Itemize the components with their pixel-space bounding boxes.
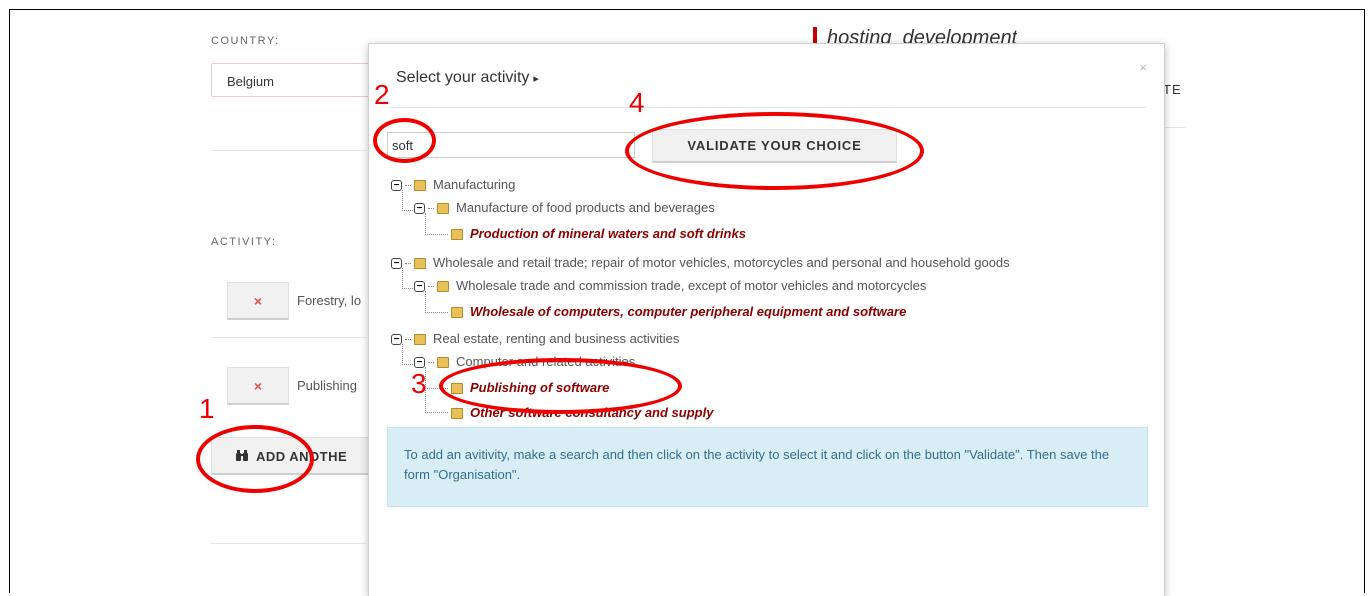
folder-icon <box>414 180 426 192</box>
tree-leaf-label: Production of mineral waters and soft dr… <box>470 226 746 241</box>
tree-connector <box>425 291 448 313</box>
collapse-icon[interactable]: − <box>391 334 402 346</box>
annotation-number: 3 <box>411 368 427 399</box>
annotation-ellipse <box>439 358 682 414</box>
folder-icon <box>437 203 449 215</box>
collapse-icon[interactable]: − <box>414 203 425 215</box>
tree-node[interactable]: − Manufacture of food products and bevera… <box>414 200 715 215</box>
tree-node-label: Wholesale trade and commission trade, ex… <box>456 278 927 293</box>
remove-activity-button[interactable]: × <box>227 367 289 405</box>
collapse-icon[interactable]: − <box>391 258 402 270</box>
folder-icon <box>437 357 449 369</box>
modal-title-text: Select your activity <box>396 69 530 86</box>
divider <box>211 150 367 151</box>
tree-leaf-label: Wholesale of computers, computer periphe… <box>470 304 907 319</box>
annotation-ellipse <box>625 112 924 190</box>
close-icon[interactable]: × <box>1139 60 1147 75</box>
tree-leaf-activity[interactable]: Production of mineral waters and soft dr… <box>451 226 746 241</box>
annotation-number: 1 <box>199 393 215 424</box>
tree-node[interactable]: − Wholesale and retail trade; repair of m… <box>391 255 1010 270</box>
collapse-icon[interactable]: − <box>391 180 402 192</box>
tree-node-label: Wholesale and retail trade; repair of mo… <box>433 255 1010 270</box>
background-button-stub[interactable]: TE <box>1163 82 1182 97</box>
collapse-icon[interactable]: − <box>414 281 425 293</box>
tree-connector <box>425 213 448 235</box>
folder-icon <box>451 229 463 241</box>
annotation-number: 2 <box>374 79 390 110</box>
tree-leaf-activity[interactable]: Wholesale of computers, computer periphe… <box>451 304 906 319</box>
country-field[interactable]: Belgium <box>211 63 391 97</box>
annotation-ellipse <box>373 118 436 163</box>
modal-divider <box>389 107 1146 108</box>
activity-label: ACTIVITY: <box>211 236 277 248</box>
tree-node[interactable]: − Wholesale trade and commission trade, e… <box>414 278 926 293</box>
tree-connector <box>402 344 413 365</box>
activity-item-label: Publishing <box>297 378 357 393</box>
tree-node-label: Real estate, renting and business activi… <box>433 331 680 346</box>
folder-icon <box>451 408 463 420</box>
country-label: COUNTRY: <box>211 35 280 47</box>
tree-connector <box>402 190 413 211</box>
tree-node-label: Manufacturing <box>433 177 516 192</box>
annotation-ellipse <box>196 425 314 493</box>
caret-right-icon: ▸ <box>533 73 539 85</box>
folder-icon <box>414 334 426 346</box>
divider <box>211 337 367 338</box>
folder-icon <box>437 281 449 293</box>
annotation-number: 4 <box>629 87 645 118</box>
tree-node[interactable]: − Real estate, renting and business activ… <box>391 331 679 346</box>
divider <box>211 543 367 544</box>
folder-icon <box>414 258 426 270</box>
divider <box>1165 127 1185 128</box>
remove-activity-button[interactable]: × <box>227 282 289 320</box>
collapse-icon[interactable]: − <box>414 357 425 369</box>
tree-node[interactable]: − Manufacturing <box>391 177 515 192</box>
activity-item-label: Forestry, lo <box>297 293 362 308</box>
folder-icon <box>451 307 463 319</box>
tree-node-label: Manufacture of food products and beverag… <box>456 200 715 215</box>
info-alert: To add an avitivity, make a search and t… <box>387 427 1148 507</box>
tree-connector <box>402 268 413 289</box>
modal-title: Select your activity ▸ <box>396 69 539 87</box>
